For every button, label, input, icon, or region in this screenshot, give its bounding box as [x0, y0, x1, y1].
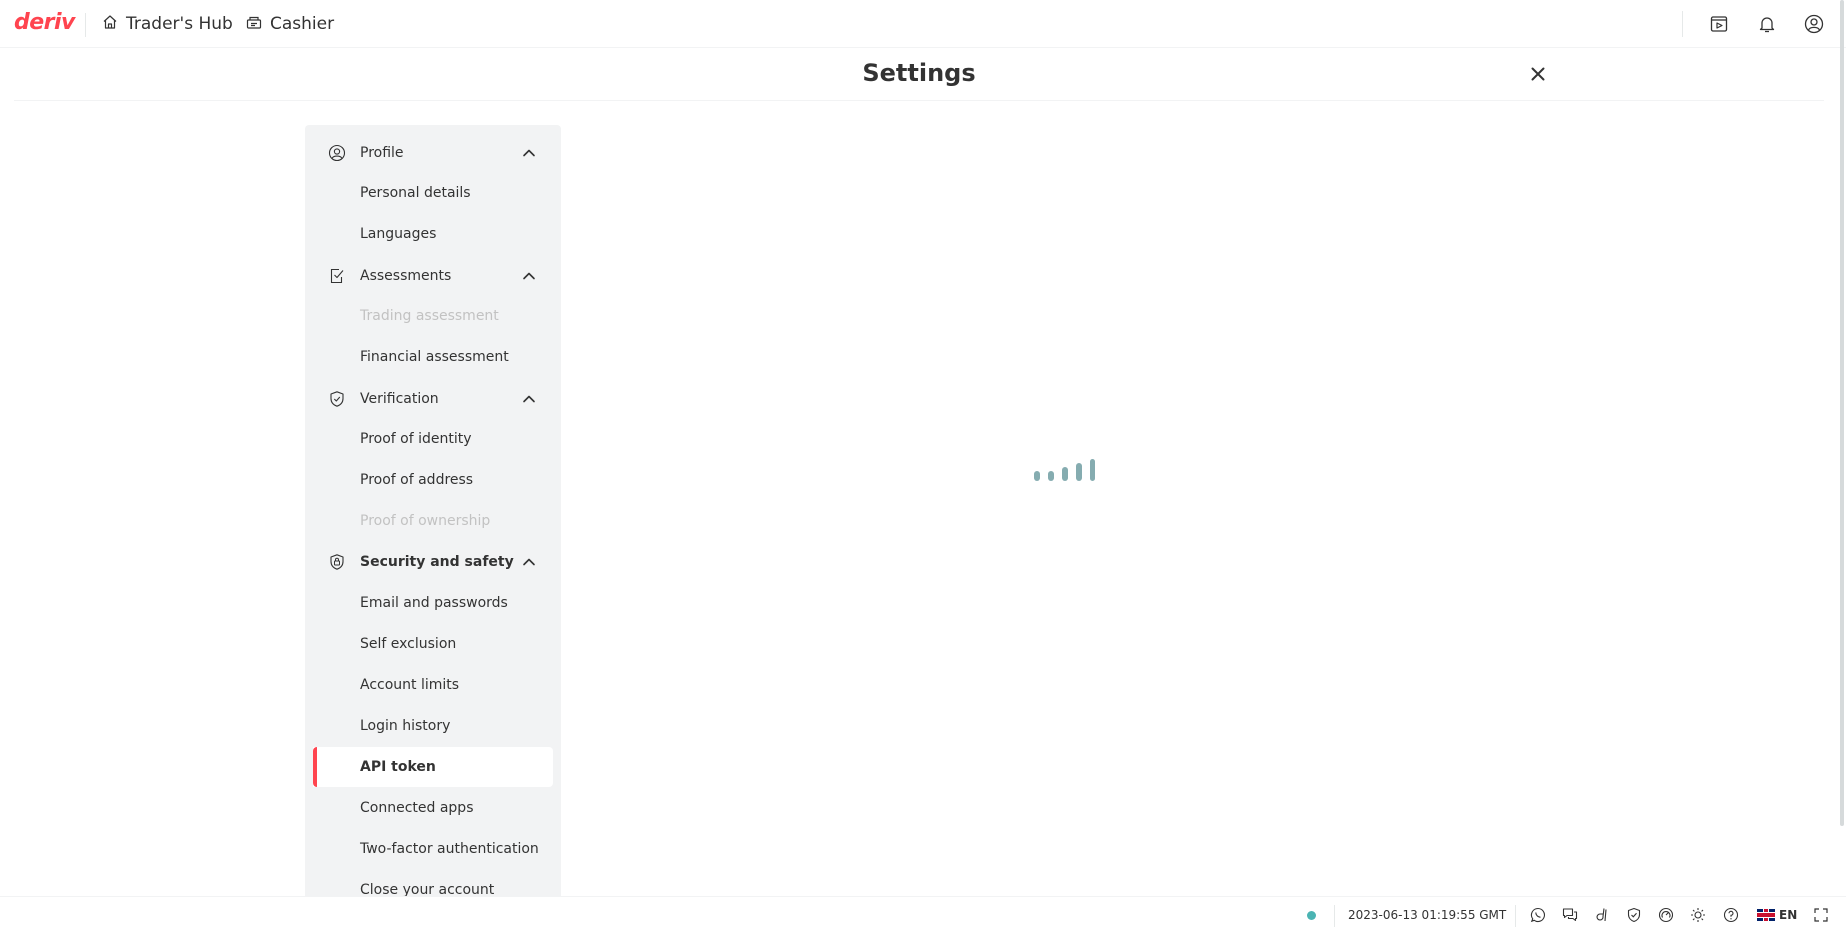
sidebar-item-financial-assessment[interactable]: Financial assessment — [313, 337, 553, 377]
sidebar-item-login-history[interactable]: Login history — [313, 706, 553, 746]
sidebar-item-two-factor-authentication[interactable]: Two-factor authentication — [313, 829, 553, 869]
sidebar-item-self-exclusion[interactable]: Self exclusion — [313, 624, 553, 664]
sidebar-group-verification[interactable]: Verification — [305, 379, 561, 419]
sidebar-item-proof-of-address[interactable]: Proof of address — [313, 460, 553, 500]
server-clock: 2023-06-13 01:19:55 GMT — [1348, 908, 1507, 922]
header-divider — [85, 13, 86, 37]
scrollbar-thumb[interactable] — [1840, 0, 1844, 826]
home-icon — [102, 14, 126, 35]
deriv-go-icon[interactable] — [1593, 906, 1611, 924]
top-header: deriv Trader's Hub Cashier — [0, 0, 1846, 48]
security-lock-icon — [327, 552, 347, 572]
footer-divider — [1515, 905, 1516, 927]
nav-traders-hub-label: Trader's Hub — [126, 14, 233, 34]
sidebar-group-label: Security and safety — [360, 554, 514, 570]
livechat-icon[interactable] — [1561, 906, 1579, 924]
deriv-logo[interactable]: deriv — [14, 10, 75, 35]
profile-icon — [327, 143, 347, 163]
chevron-up-icon[interactable] — [521, 145, 537, 161]
theme-toggle-icon[interactable] — [1689, 906, 1707, 924]
settings-sidebar: Profile Personal details Languages Asses… — [305, 125, 561, 897]
sidebar-item-proof-of-ownership: Proof of ownership — [360, 513, 491, 529]
account-profile-icon[interactable] — [1802, 12, 1826, 36]
nav-cashier-label: Cashier — [270, 14, 335, 34]
sidebar-group-label: Verification — [360, 391, 439, 407]
network-status-indicator[interactable] — [1307, 911, 1316, 920]
sidebar-item-languages[interactable]: Languages — [313, 214, 553, 254]
reports-icon[interactable] — [1707, 12, 1731, 36]
loader-bar — [1076, 463, 1082, 481]
footer: 2023-06-13 01:19:55 GMT EN — [0, 896, 1846, 933]
chevron-up-icon[interactable] — [521, 554, 537, 570]
sidebar-group-security-and-safety[interactable]: Security and safety — [305, 542, 561, 582]
sidebar-group-label: Profile — [360, 145, 404, 161]
loader-bar — [1034, 471, 1040, 481]
header-divider-right — [1682, 11, 1683, 37]
sidebar-item-trading-assessment: Trading assessment — [360, 308, 499, 324]
loader-bar — [1090, 459, 1095, 481]
loader-bar — [1062, 467, 1068, 481]
loading-spinner — [1034, 459, 1098, 485]
sidebar-group-assessments[interactable]: Assessments — [305, 256, 561, 296]
cashier-icon — [246, 14, 270, 35]
sidebar-item-personal-details[interactable]: Personal details — [313, 173, 553, 213]
sidebar-group-profile[interactable]: Profile — [305, 133, 561, 173]
sidebar-group-label: Assessments — [360, 268, 452, 284]
sidebar-item-email-and-passwords[interactable]: Email and passwords — [313, 583, 553, 623]
nav-cashier[interactable]: Cashier — [246, 0, 334, 48]
responsible-trading-icon[interactable] — [1625, 906, 1643, 924]
notifications-bell-icon[interactable] — [1755, 12, 1779, 36]
language-selector[interactable]: EN — [1757, 906, 1797, 924]
chevron-up-icon[interactable] — [521, 268, 537, 284]
sidebar-item-connected-apps[interactable]: Connected apps — [313, 788, 553, 828]
settings-title-bar: Settings — [14, 48, 1824, 101]
chevron-up-icon[interactable] — [521, 391, 537, 407]
language-code: EN — [1779, 908, 1798, 922]
sidebar-item-api-token[interactable]: API token — [313, 747, 553, 787]
loader-bar — [1048, 471, 1054, 481]
sidebar-item-close-your-account[interactable]: Close your account — [313, 870, 553, 897]
verification-shield-icon — [327, 389, 347, 409]
sidebar-item-proof-of-identity[interactable]: Proof of identity — [313, 419, 553, 459]
assessments-icon — [327, 266, 347, 286]
help-icon[interactable] — [1722, 906, 1740, 924]
page-title: Settings — [862, 59, 976, 87]
page-scrollbar[interactable] — [1838, 0, 1846, 826]
close-icon[interactable] — [1526, 62, 1550, 86]
nav-traders-hub[interactable]: Trader's Hub — [102, 0, 233, 48]
account-limits-icon[interactable] — [1657, 906, 1675, 924]
whatsapp-icon[interactable] — [1529, 906, 1547, 924]
sidebar-item-account-limits[interactable]: Account limits — [313, 665, 553, 705]
uk-flag-icon — [1757, 909, 1775, 921]
fullscreen-icon[interactable] — [1812, 906, 1830, 924]
footer-divider — [1334, 905, 1335, 927]
